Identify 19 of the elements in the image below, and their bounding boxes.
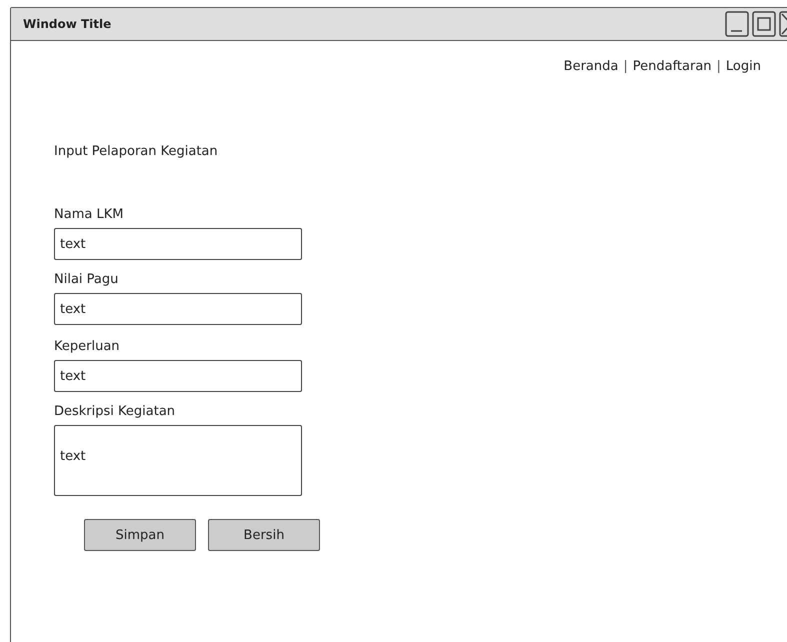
input-field[interactable]: text: [54, 228, 302, 260]
window-title: Window Title: [23, 17, 112, 31]
field-label: Keperluan: [54, 339, 120, 354]
input-field[interactable]: text: [54, 360, 302, 392]
nav-link[interactable]: Pendaftaran: [632, 59, 712, 74]
nav-link[interactable]: Beranda: [564, 59, 618, 74]
field-label: Nilai Pagu: [54, 272, 118, 287]
nav-separator: |: [716, 59, 721, 74]
minimize-icon[interactable]: [725, 11, 749, 37]
field-label: Deskripsi Kegiatan: [54, 404, 176, 419]
save-button[interactable]: Simpan: [84, 519, 196, 551]
nav-link[interactable]: Login: [726, 59, 761, 74]
input-field[interactable]: text: [54, 293, 302, 325]
maximize-icon[interactable]: [752, 11, 776, 37]
clear-button[interactable]: Bersih: [208, 519, 320, 551]
textarea-field[interactable]: text: [54, 425, 302, 496]
form-heading: Input Pelaporan Kegiatan: [54, 144, 218, 159]
nav-separator: |: [623, 59, 628, 74]
field-label: Nama LKM: [54, 207, 124, 222]
